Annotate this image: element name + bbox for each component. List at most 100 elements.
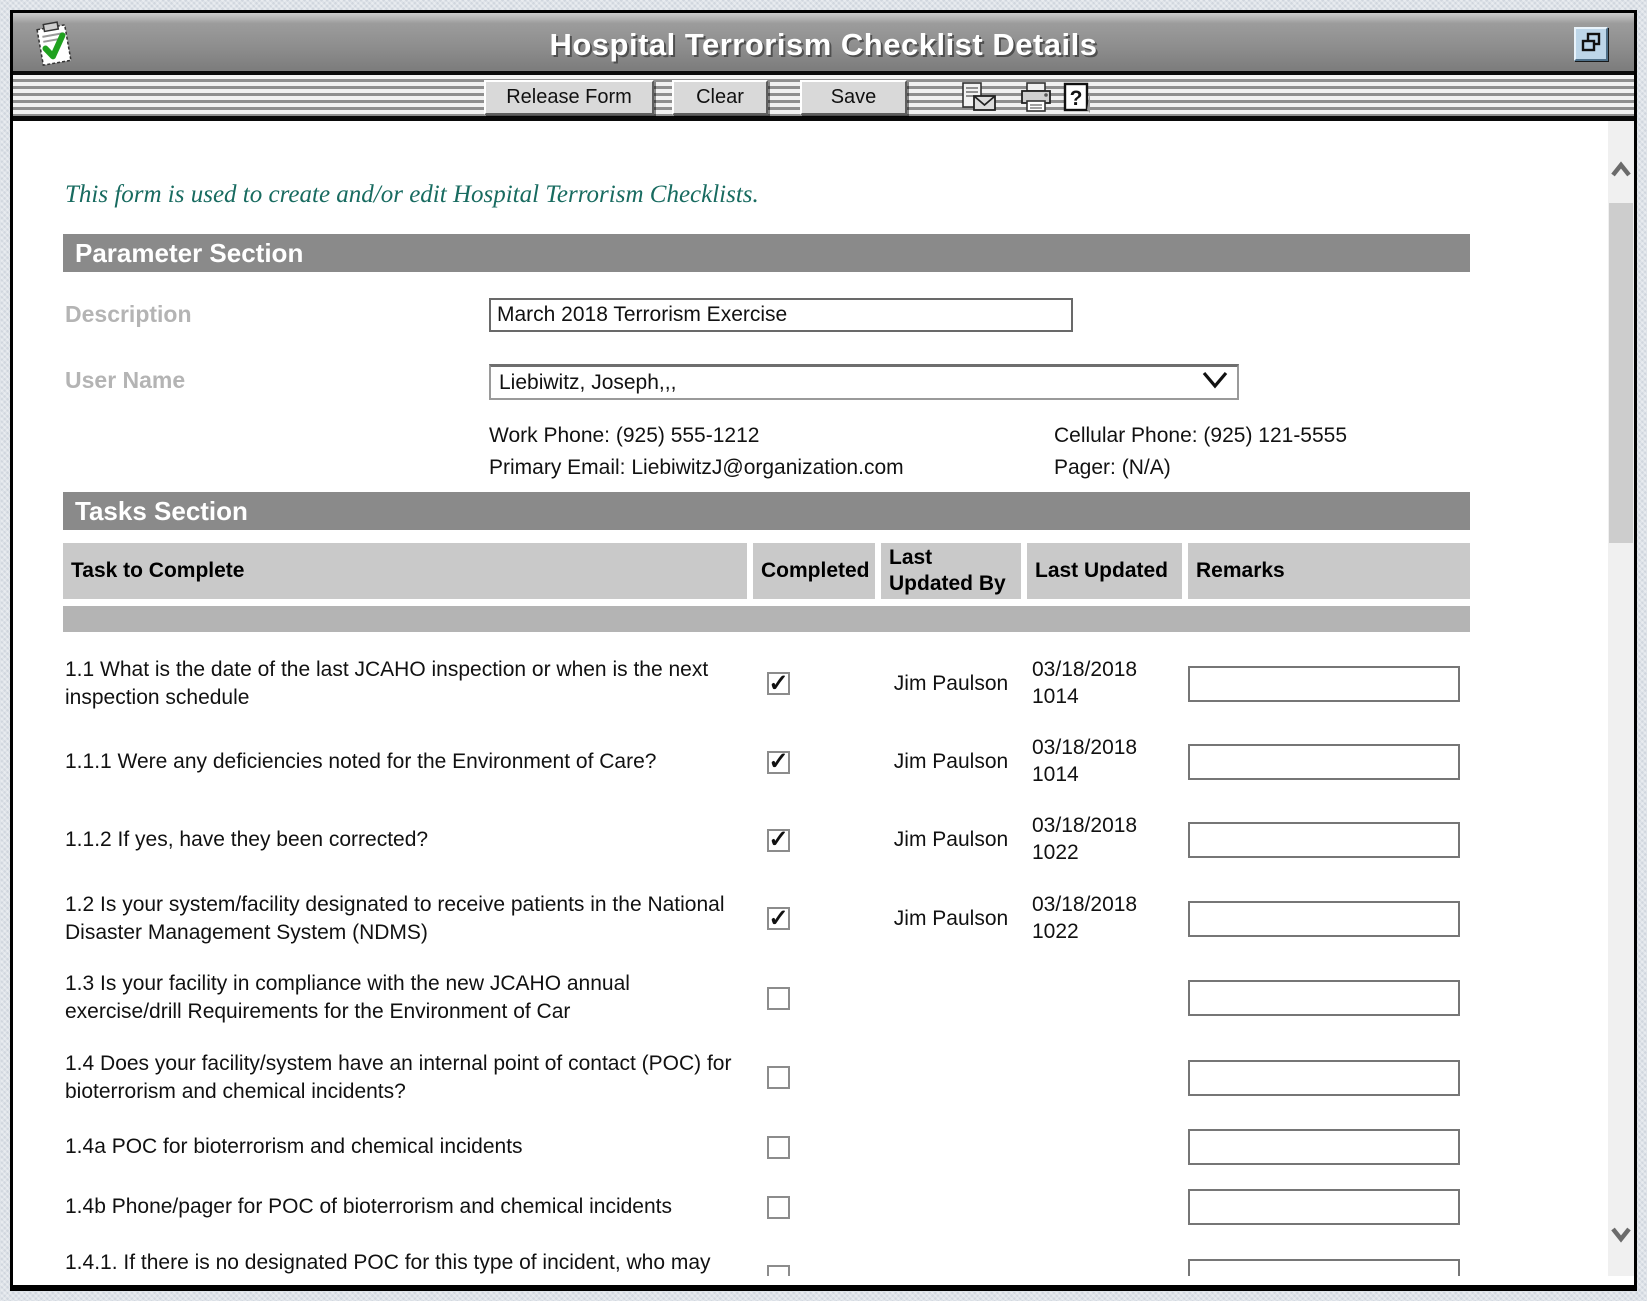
user-name-select[interactable]: Liebiwitz, Joseph,,, — [489, 364, 1239, 400]
remarks-input[interactable] — [1188, 744, 1460, 780]
completed-cell — [753, 1265, 875, 1276]
task-text: 1.1 What is the date of the last JCAHO i… — [63, 656, 747, 711]
scroll-down-icon[interactable] — [1609, 1223, 1633, 1250]
user-contact-info: Work Phone: (925) 555-1212 Cellular Phon… — [489, 424, 1470, 480]
completed-cell: ✓ — [753, 751, 875, 774]
table-row: 1.1.2 If yes, have they been corrected? … — [63, 813, 1470, 867]
window-title: Hospital Terrorism Checklist Details — [13, 27, 1634, 63]
app-window: Hospital Terrorism Checklist Details Rel… — [10, 10, 1637, 1291]
pager-text: Pager: (N/A) — [1054, 456, 1470, 480]
save-button[interactable]: Save — [800, 80, 907, 115]
table-row: 1.1.1 Were any deficiencies noted for th… — [63, 735, 1470, 789]
tasks-table-body: 1.1 What is the date of the last JCAHO i… — [63, 656, 1470, 1276]
remarks-cell — [1188, 1259, 1470, 1276]
task-text: 1.3 Is your facility in compliance with … — [63, 970, 747, 1025]
completed-cell: ✓ — [753, 672, 875, 695]
remarks-cell — [1188, 1060, 1470, 1096]
parameter-section-title: Parameter Section — [75, 238, 303, 269]
column-header-task: Task to Complete — [63, 543, 747, 599]
remarks-input[interactable] — [1188, 1189, 1460, 1225]
restore-window-button[interactable] — [1574, 27, 1608, 61]
remarks-input[interactable] — [1188, 666, 1460, 702]
table-row: 1.4 Does your facility/system have an in… — [63, 1050, 1470, 1105]
cellular-phone-text: Cellular Phone: (925) 121-5555 — [1054, 424, 1470, 448]
primary-email-text: Primary Email: LiebiwitzJ@organization.c… — [489, 456, 1054, 480]
release-form-button[interactable]: Release Form — [484, 80, 654, 115]
column-header-last-updated-by: Last Updated By — [881, 543, 1021, 599]
completed-checkbox[interactable]: ✓ — [767, 907, 790, 930]
user-name-field-row: User Name Liebiwitz, Joseph,,, — [63, 364, 1470, 400]
remarks-cell — [1188, 744, 1470, 780]
table-row: 1.4.1. If there is no designated POC for… — [63, 1249, 1470, 1276]
scrollbar-thumb[interactable] — [1609, 203, 1633, 543]
task-text: 1.1.1 Were any deficiencies noted for th… — [63, 748, 747, 776]
completed-cell: ✓ — [753, 829, 875, 852]
task-text: 1.4a POC for bioterrorism and chemical i… — [63, 1133, 747, 1161]
last-updated-text: 03/18/2018 1022 — [1027, 892, 1182, 946]
remarks-cell — [1188, 666, 1470, 702]
completed-checkbox[interactable] — [767, 1066, 790, 1089]
remarks-input[interactable] — [1188, 980, 1460, 1016]
table-row: 1.4b Phone/pager for POC of bioterrorism… — [63, 1189, 1470, 1225]
remarks-input[interactable] — [1188, 1129, 1460, 1165]
restore-window-icon — [1580, 31, 1602, 58]
clear-button[interactable]: Clear — [672, 80, 768, 115]
user-name-value: Liebiwitz, Joseph,,, — [499, 371, 676, 395]
work-phone-text: Work Phone: (925) 555-1212 — [489, 424, 1054, 448]
titlebar: Hospital Terrorism Checklist Details — [13, 13, 1634, 75]
completed-cell: ✓ — [753, 907, 875, 930]
column-header-last-updated: Last Updated — [1027, 543, 1182, 599]
form-content: This form is used to create and/or edit … — [13, 121, 1634, 1276]
remarks-input[interactable] — [1188, 1060, 1460, 1096]
scroll-up-icon[interactable] — [1609, 159, 1633, 186]
tasks-section-header: Tasks Section — [63, 492, 1470, 530]
tasks-table-header: Task to Complete Completed Last Updated … — [63, 543, 1470, 599]
description-input[interactable] — [489, 298, 1073, 332]
remarks-input[interactable] — [1188, 1259, 1460, 1276]
help-icon[interactable]: ? — [1060, 81, 1098, 115]
completed-cell — [753, 1136, 875, 1159]
remarks-cell — [1188, 980, 1470, 1016]
completed-checkbox[interactable] — [767, 1265, 790, 1276]
task-text: 1.4 Does your facility/system have an in… — [63, 1050, 747, 1105]
completed-checkbox[interactable] — [767, 1196, 790, 1219]
chevron-down-icon — [1201, 370, 1229, 396]
table-row: 1.2 Is your system/facility designated t… — [63, 891, 1470, 946]
last-updated-by-text: Jim Paulson — [881, 672, 1021, 696]
table-row: 1.3 Is your facility in compliance with … — [63, 970, 1470, 1025]
print-icon[interactable] — [1018, 81, 1056, 115]
completed-cell — [753, 1196, 875, 1219]
vertical-scrollbar[interactable] — [1608, 121, 1634, 1276]
table-row: 1.4a POC for bioterrorism and chemical i… — [63, 1129, 1470, 1165]
task-text: 1.4.1. If there is no designated POC for… — [63, 1249, 747, 1276]
last-updated-text: 03/18/2018 1014 — [1027, 735, 1182, 789]
parameter-section-header: Parameter Section — [63, 234, 1470, 272]
last-updated-by-text: Jim Paulson — [881, 750, 1021, 774]
completed-checkbox[interactable]: ✓ — [767, 829, 790, 852]
user-name-label: User Name — [63, 364, 489, 394]
completed-cell — [753, 1066, 875, 1089]
last-updated-text: 03/18/2018 1014 — [1027, 657, 1182, 711]
remarks-cell — [1188, 1129, 1470, 1165]
completed-checkbox[interactable] — [767, 987, 790, 1010]
remarks-input[interactable] — [1188, 901, 1460, 937]
table-separator-row — [63, 606, 1470, 632]
table-row: 1.1 What is the date of the last JCAHO i… — [63, 656, 1470, 711]
remarks-cell — [1188, 822, 1470, 858]
tasks-section-title: Tasks Section — [75, 496, 248, 527]
completed-checkbox[interactable]: ✓ — [767, 751, 790, 774]
task-text: 1.1.2 If yes, have they been corrected? — [63, 826, 747, 854]
last-updated-by-text: Jim Paulson — [881, 828, 1021, 852]
completed-checkbox[interactable]: ✓ — [767, 672, 790, 695]
last-updated-text: 03/18/2018 1022 — [1027, 813, 1182, 867]
remarks-input[interactable] — [1188, 822, 1460, 858]
description-field-row: Description — [63, 298, 1470, 332]
task-text: 1.2 Is your system/facility designated t… — [63, 891, 747, 946]
task-text: 1.4b Phone/pager for POC of bioterrorism… — [63, 1193, 747, 1221]
completed-cell — [753, 987, 875, 1010]
email-form-icon[interactable] — [960, 81, 998, 115]
column-header-completed: Completed — [753, 543, 875, 599]
completed-checkbox[interactable] — [767, 1136, 790, 1159]
remarks-cell — [1188, 1189, 1470, 1225]
column-header-remarks: Remarks — [1188, 543, 1470, 599]
